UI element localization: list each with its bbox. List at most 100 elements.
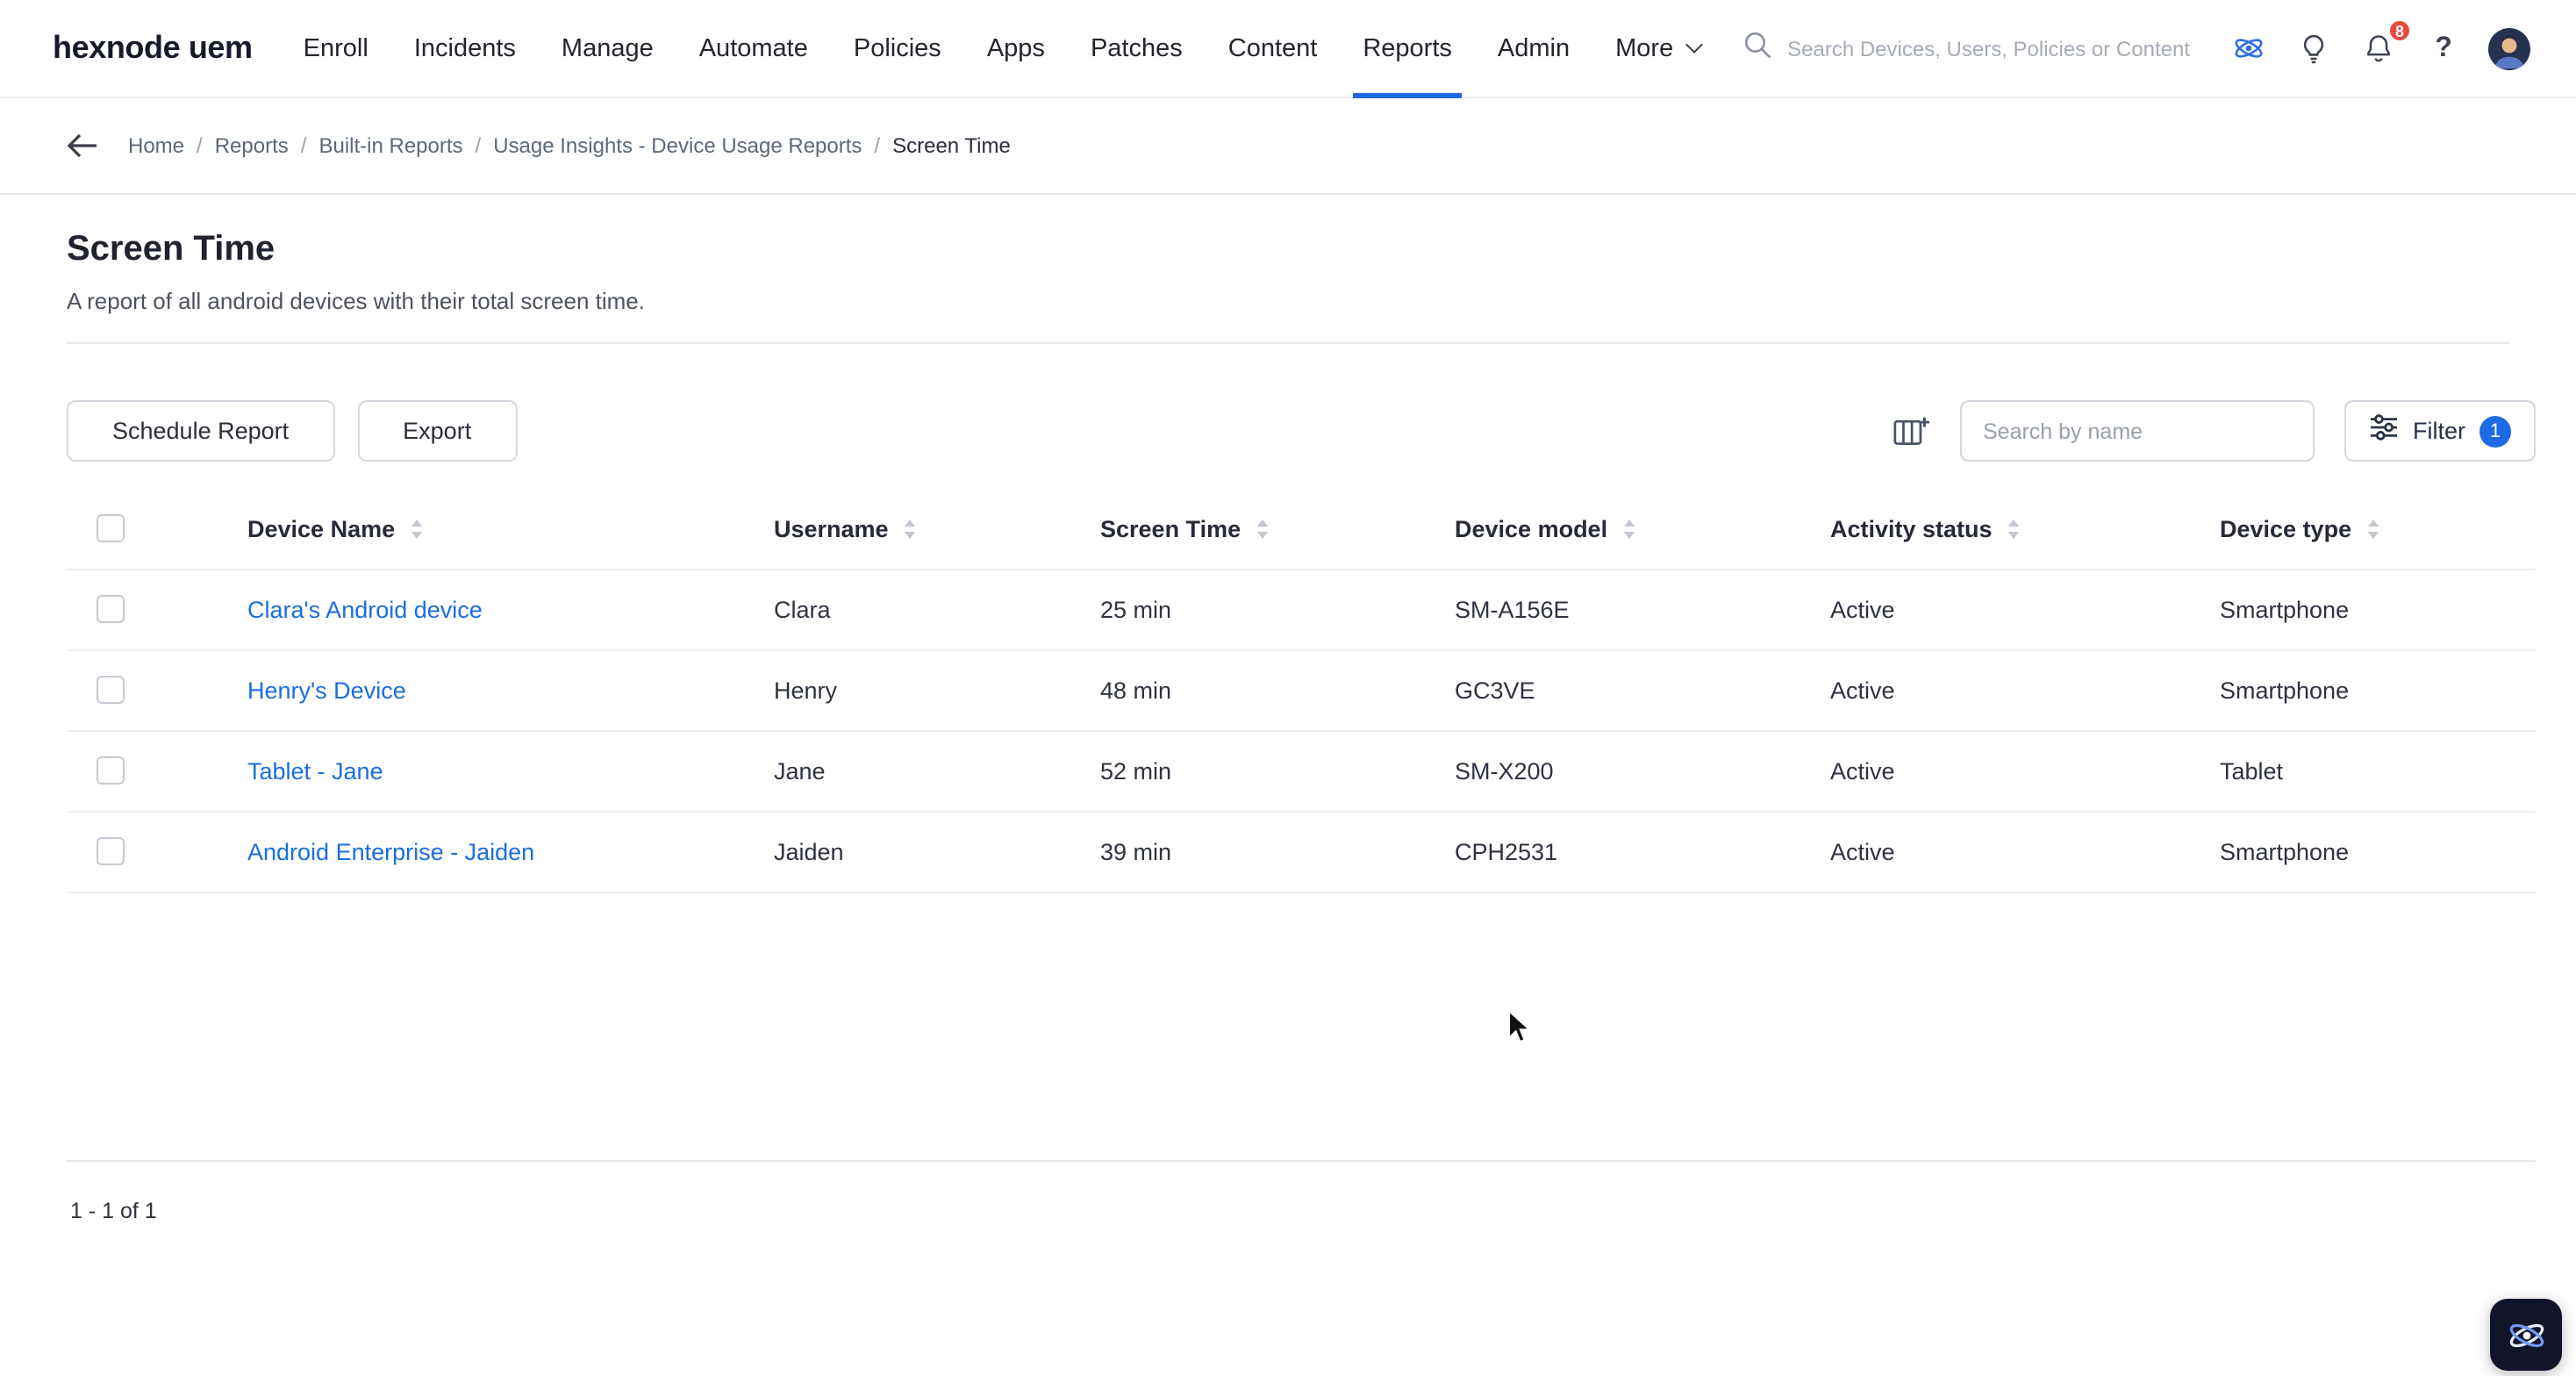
whats-new-lightbulb-icon[interactable] [2293, 28, 2334, 68]
nav-automate[interactable]: Automate [676, 0, 831, 97]
page-header: Screen Time A report of all android devi… [0, 195, 2576, 344]
page-root: hexnode uem Enroll Incidents Manage Auto… [0, 0, 2576, 1376]
header-divider [67, 342, 2509, 344]
main-nav: Enroll Incidents Manage Automate Policie… [281, 0, 1723, 97]
table-header-row: Device Name Username Screen Time Device … [67, 490, 2536, 570]
export-button[interactable]: Export [357, 400, 518, 462]
sort-icon[interactable] [2008, 519, 2021, 539]
breadcrumb-usage-insights[interactable]: Usage Insights - Device Usage Reports [493, 133, 862, 158]
help-icon[interactable]: ? [2423, 28, 2464, 68]
table-row: Tablet - Jane Jane 52 min SM-X200 Active… [67, 730, 2536, 812]
hexnode-widget-icon [2508, 1322, 2544, 1347]
device-type-cell: Tablet [2220, 730, 2536, 812]
breadcrumb-built-in-reports[interactable]: Built-in Reports [318, 133, 462, 158]
page-title: Screen Time [67, 230, 275, 269]
device-name-link[interactable]: Henry's Device [247, 677, 406, 703]
screen-time-cell: 25 min [1100, 569, 1455, 650]
support-widget-button[interactable] [2490, 1299, 2562, 1371]
breadcrumb-separator: / [874, 133, 881, 158]
breadcrumb-home[interactable]: Home [128, 133, 184, 158]
table-row: Android Enterprise - Jaiden Jaiden 39 mi… [67, 811, 2536, 892]
breadcrumb-separator: / [197, 133, 203, 158]
page-subtitle: A report of all android devices with the… [67, 288, 645, 314]
table-row: Clara's Android device Clara 25 min SM-A… [67, 569, 2536, 650]
col-header-username[interactable]: Username [774, 516, 889, 542]
nav-incidents[interactable]: Incidents [391, 0, 539, 97]
toolbar-left: Schedule Report Export [67, 400, 518, 462]
nav-more-label: More [1615, 34, 1674, 62]
row-checkbox[interactable] [97, 676, 125, 704]
username-cell: Jaiden [774, 811, 1100, 892]
chevron-down-icon [1685, 36, 1703, 54]
back-arrow-icon[interactable] [67, 133, 98, 158]
table-row: Henry's Device Henry 48 min GC3VE Active… [67, 649, 2536, 731]
customize-columns-icon[interactable] [1892, 413, 1930, 448]
device-name-link[interactable]: Tablet - Jane [247, 757, 383, 784]
username-cell: Jane [774, 730, 1100, 812]
search-by-name-input[interactable] [1960, 400, 2315, 462]
col-header-device-name[interactable]: Device Name [247, 516, 395, 542]
screen-time-cell: 39 min [1100, 811, 1455, 892]
global-search[interactable]: Search Devices, Users, Policies or Conte… [1742, 29, 2190, 68]
col-header-device-model[interactable]: Device model [1455, 516, 1607, 542]
device-type-cell: Smartphone [2220, 569, 2536, 650]
device-model-cell: GC3VE [1455, 649, 1830, 731]
sort-icon[interactable] [1623, 519, 1635, 539]
schedule-report-button[interactable]: Schedule Report [67, 400, 335, 462]
report-toolbar: Schedule Report Export Search by name Fi… [67, 400, 2536, 462]
row-checkbox[interactable] [97, 837, 125, 865]
col-header-screen-time[interactable]: Screen Time [1100, 516, 1241, 542]
device-type-cell: Smartphone [2220, 811, 2536, 892]
table-footer: 1 - 1 of 1 [67, 1159, 2536, 1226]
device-name-link[interactable]: Android Enterprise - Jaiden [247, 838, 534, 864]
screen-time-cell: 52 min [1100, 730, 1455, 812]
breadcrumb-bar: Home / Reports / Built-in Reports / Usag… [0, 98, 2576, 195]
nav-policies[interactable]: Policies [831, 0, 964, 97]
hex-assist-icon[interactable] [2229, 28, 2269, 68]
notification-count-badge: 8 [2386, 18, 2413, 44]
breadcrumb-separator: / [300, 133, 307, 158]
mouse-cursor [1507, 1008, 1534, 1055]
nav-content[interactable]: Content [1206, 0, 1341, 97]
device-model-cell: SM-A156E [1455, 569, 1830, 650]
breadcrumb-reports[interactable]: Reports [215, 133, 289, 158]
device-name-link[interactable]: Clara's Android device [247, 596, 483, 622]
nav-admin[interactable]: Admin [1475, 0, 1592, 97]
user-avatar[interactable] [2488, 27, 2530, 69]
search-icon [1742, 29, 1771, 68]
nav-manage[interactable]: Manage [539, 0, 676, 97]
nav-enroll[interactable]: Enroll [281, 0, 391, 97]
activity-status-cell: Active [1830, 569, 2220, 650]
nav-reports[interactable]: Reports [1340, 0, 1475, 97]
sort-icon[interactable] [2367, 519, 2379, 539]
global-search-placeholder: Search Devices, Users, Policies or Conte… [1787, 36, 2190, 61]
report-table: Device Name Username Screen Time Device … [67, 490, 2536, 892]
breadcrumb-separator: / [475, 133, 482, 158]
nav-more[interactable]: More [1592, 0, 1722, 97]
row-checkbox[interactable] [97, 595, 125, 623]
filter-sliders-icon [2369, 413, 2399, 448]
username-cell: Henry [774, 649, 1100, 731]
activity-status-cell: Active [1830, 649, 2220, 731]
col-header-activity-status[interactable]: Activity status [1830, 516, 1993, 542]
filter-button[interactable]: Filter 1 [2344, 400, 2536, 462]
username-cell: Clara [774, 569, 1100, 650]
device-type-cell: Smartphone [2220, 649, 2536, 731]
select-all-checkbox[interactable] [97, 514, 125, 543]
top-navbar: hexnode uem Enroll Incidents Manage Auto… [0, 0, 2576, 98]
row-checkbox[interactable] [97, 756, 125, 785]
pagination-summary: 1 - 1 of 1 [70, 1198, 157, 1222]
nav-patches[interactable]: Patches [1068, 0, 1206, 97]
sort-icon[interactable] [1256, 519, 1269, 539]
filter-count-badge: 1 [2479, 415, 2511, 447]
device-model-cell: CPH2531 [1455, 811, 1830, 892]
notifications-bell-icon[interactable]: 8 [2358, 18, 2413, 68]
filter-label: Filter [2413, 418, 2465, 444]
nav-apps[interactable]: Apps [964, 0, 1068, 97]
brand-logo[interactable]: hexnode uem [53, 30, 253, 67]
col-header-device-type[interactable]: Device type [2220, 516, 2351, 542]
sort-icon[interactable] [905, 519, 917, 539]
breadcrumb: Home / Reports / Built-in Reports / Usag… [128, 133, 1011, 158]
activity-status-cell: Active [1830, 730, 2220, 812]
sort-icon[interactable] [411, 519, 423, 539]
